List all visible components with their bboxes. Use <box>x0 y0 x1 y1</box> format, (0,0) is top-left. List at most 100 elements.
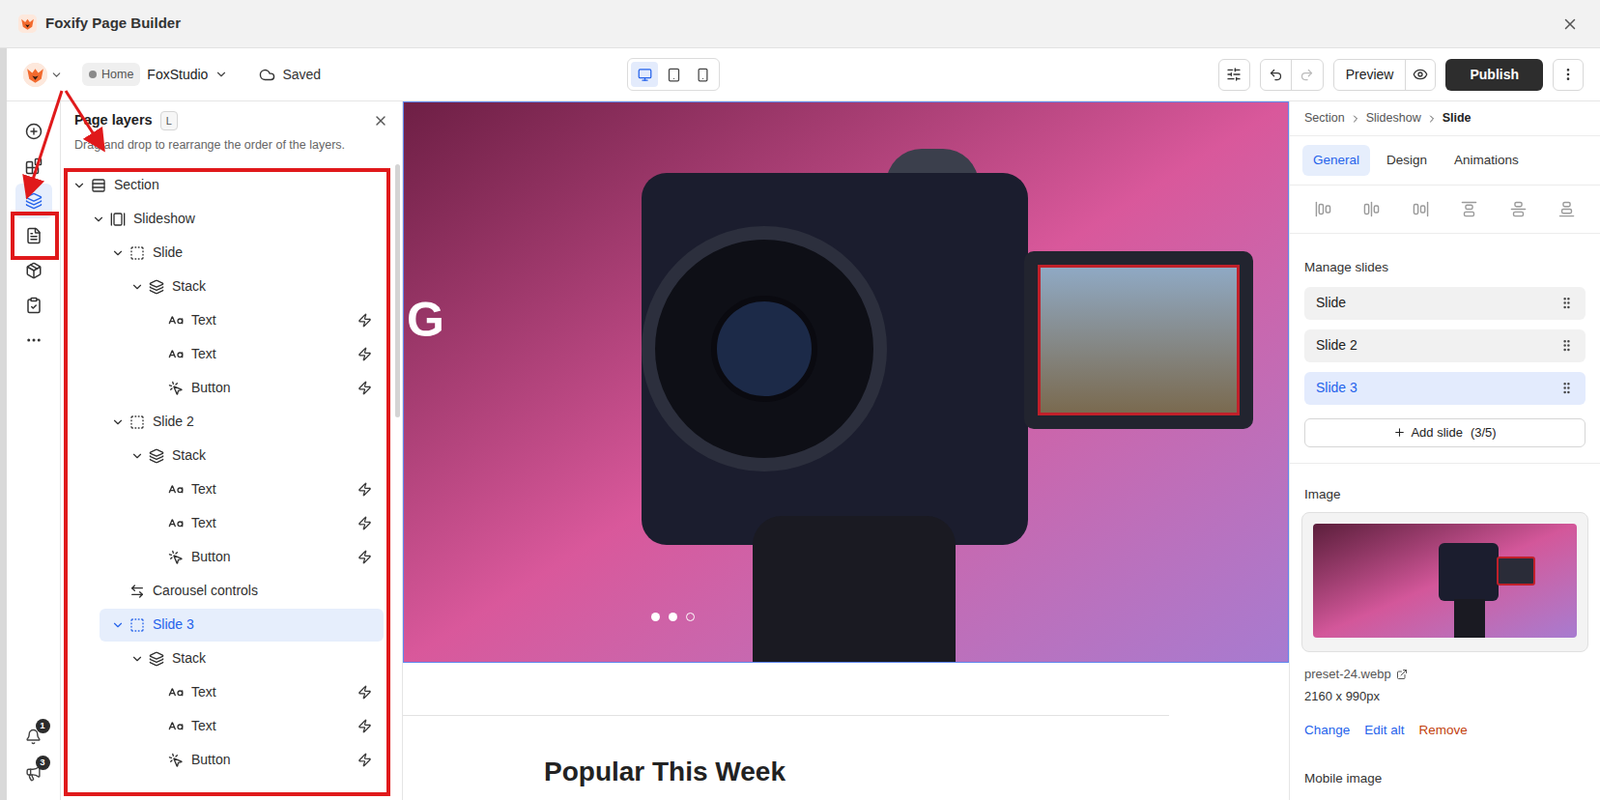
dynamic-bolt-icon[interactable] <box>357 313 372 328</box>
page-selector[interactable]: HomeFoxStudio <box>82 62 229 87</box>
close-window-icon[interactable] <box>1561 15 1579 33</box>
dynamic-bolt-icon[interactable] <box>357 549 372 565</box>
dynamic-bolt-icon[interactable] <box>357 482 372 497</box>
settings-button[interactable] <box>1218 58 1251 91</box>
redo-button[interactable] <box>1291 59 1323 90</box>
device-button[interactable] <box>630 61 658 87</box>
foxify-logo-icon <box>18 14 37 33</box>
layer-label: Section <box>114 174 372 196</box>
inspector-tab[interactable]: Animations <box>1443 144 1530 176</box>
expand-chevron-icon[interactable] <box>111 246 125 260</box>
layer-row[interactable]: Text <box>138 507 384 541</box>
kebab-icon <box>1560 66 1576 83</box>
slide-item[interactable]: Slide 3 <box>1304 371 1586 405</box>
notification-button[interactable]: 3 <box>19 759 49 787</box>
redo-icon <box>1299 67 1315 83</box>
align-icon[interactable] <box>1363 200 1380 218</box>
layer-row[interactable]: Stack <box>118 439 384 473</box>
layer-row[interactable]: Text <box>138 676 384 710</box>
inspector-tab[interactable]: General <box>1302 144 1371 176</box>
device-button[interactable] <box>688 61 716 87</box>
breadcrumb-item[interactable]: Slideshow <box>1366 109 1422 128</box>
expand-chevron-icon[interactable] <box>91 212 106 227</box>
slide-item[interactable]: Slide <box>1304 286 1586 320</box>
breadcrumb-item[interactable]: Section <box>1304 109 1345 128</box>
more-button[interactable] <box>1552 58 1584 91</box>
expand-chevron-icon[interactable] <box>72 178 86 193</box>
quick-view-button[interactable] <box>1405 59 1435 90</box>
layer-row[interactable]: Button <box>138 743 384 777</box>
dynamic-bolt-icon[interactable] <box>357 685 372 700</box>
expand-chevron-icon[interactable] <box>130 280 144 294</box>
notification-badge: 3 <box>35 755 51 771</box>
layer-row[interactable]: Slide 2 <box>99 405 384 439</box>
undo-button[interactable] <box>1260 59 1292 90</box>
app-menu[interactable] <box>23 62 63 87</box>
dynamic-bolt-icon[interactable] <box>357 515 372 531</box>
layer-row[interactable]: Slide 3 <box>99 608 384 642</box>
layer-row[interactable]: Slideshow <box>80 202 384 236</box>
dynamic-bolt-icon[interactable] <box>357 346 372 362</box>
rail-item[interactable] <box>15 253 53 288</box>
layer-row[interactable]: Slide <box>99 236 384 270</box>
drag-handle-icon[interactable] <box>1559 338 1574 353</box>
drag-handle-icon[interactable] <box>1559 380 1574 396</box>
image-action-link[interactable]: Change <box>1304 720 1350 741</box>
image-action-link[interactable]: Remove <box>1419 720 1468 741</box>
expand-chevron-icon[interactable] <box>130 652 144 666</box>
close-panel-icon[interactable] <box>372 113 389 129</box>
image-setting: Imagepreset-24.webp2160 x 990pxChangeEdi… <box>1289 463 1600 790</box>
align-icon[interactable] <box>1412 200 1429 218</box>
layer-row[interactable]: Carousel controls <box>99 574 384 608</box>
layer-row[interactable]: Stack <box>118 270 384 304</box>
notification-button[interactable]: 1 <box>19 722 49 750</box>
layers-panel: Page layersLDrag and drop to rearrange t… <box>60 101 403 800</box>
slide-item[interactable]: Slide 2 <box>1304 329 1586 363</box>
preview-button[interactable]: Preview <box>1334 59 1407 90</box>
dynamic-bolt-icon[interactable] <box>357 752 372 768</box>
rail-item[interactable] <box>15 148 53 184</box>
image-filename[interactable]: preset-24.webp <box>1304 664 1586 685</box>
slide-dot[interactable] <box>668 612 678 622</box>
slide-dot[interactable] <box>685 612 695 622</box>
layer-row[interactable]: Stack <box>118 642 384 676</box>
breadcrumb-item[interactable]: Slide <box>1442 109 1472 128</box>
layer-row[interactable]: Section <box>60 169 384 202</box>
image-action-link[interactable]: Edit alt <box>1364 720 1404 741</box>
hero-slideshow[interactable]: G <box>402 101 1289 663</box>
expand-chevron-icon[interactable] <box>130 449 144 463</box>
scrollbar[interactable] <box>393 160 402 800</box>
button-icon <box>168 752 184 769</box>
expand-chevron-icon[interactable] <box>111 618 125 632</box>
rail-item[interactable] <box>15 183 53 219</box>
layer-row[interactable]: Text <box>138 710 384 743</box>
rail-item[interactable] <box>15 322 53 358</box>
slide-dot[interactable] <box>651 612 660 622</box>
image-card[interactable] <box>1301 512 1589 653</box>
section-divider <box>402 714 1170 716</box>
rail-item[interactable] <box>15 218 53 254</box>
dynamic-bolt-icon[interactable] <box>357 380 372 396</box>
align-icon[interactable] <box>1510 200 1527 218</box>
inspector-tab[interactable]: Design <box>1375 144 1438 176</box>
align-icon[interactable] <box>1314 200 1332 218</box>
expand-chevron-icon[interactable] <box>111 415 125 429</box>
layer-row[interactable]: Button <box>138 371 384 405</box>
layer-row[interactable]: Text <box>138 338 384 372</box>
align-icon[interactable] <box>1460 200 1478 218</box>
rail-item[interactable] <box>15 114 53 149</box>
drag-handle-icon[interactable] <box>1559 295 1574 311</box>
slide-icon <box>129 245 145 261</box>
align-icon[interactable] <box>1558 200 1575 218</box>
device-button[interactable] <box>659 61 687 87</box>
layer-row[interactable]: Button <box>138 541 384 574</box>
inspector-panel: Section Slideshow Slide GeneralDesignAnimat… <box>1288 101 1600 800</box>
section-icon <box>90 177 107 194</box>
slide-heading[interactable]: G <box>406 295 445 344</box>
rail-item[interactable] <box>15 287 53 323</box>
dynamic-bolt-icon[interactable] <box>357 718 372 734</box>
layer-row[interactable]: Text <box>138 473 384 507</box>
publish-button[interactable]: Publish <box>1445 58 1543 91</box>
add-slide-button[interactable]: Add slide(3/5) <box>1304 418 1586 448</box>
layer-row[interactable]: Text <box>138 304 384 338</box>
